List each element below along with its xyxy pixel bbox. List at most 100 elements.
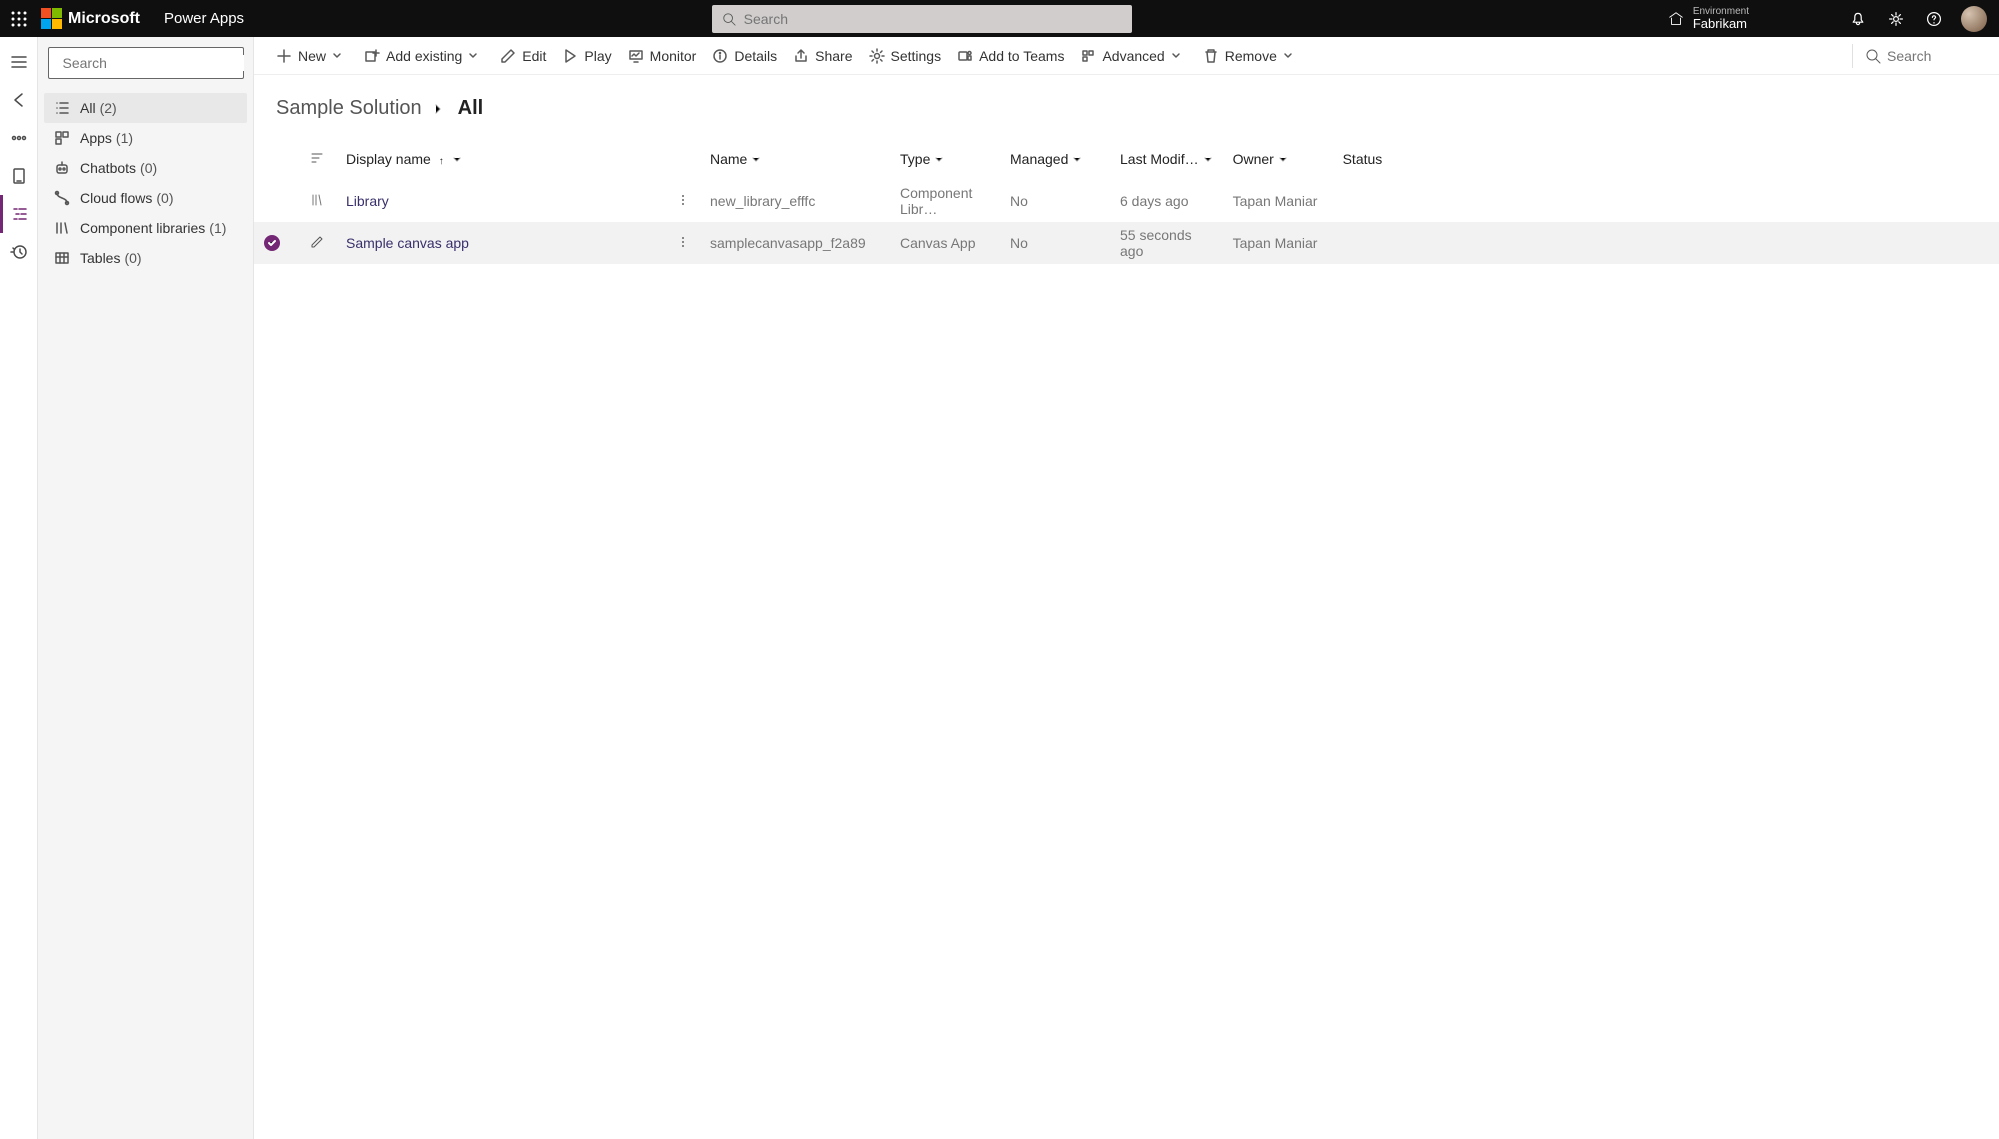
rail-back[interactable] [0, 81, 38, 119]
environment-icon [1667, 10, 1685, 28]
app-icon [54, 130, 70, 146]
list-search-input[interactable] [1887, 48, 1977, 64]
row-managed: No [1000, 180, 1110, 222]
sort-asc-icon: ↑ [439, 156, 444, 167]
row-display-name[interactable]: Sample canvas app [336, 222, 666, 264]
add-existing-label: Add existing [386, 48, 462, 64]
col-name[interactable]: Name [700, 138, 890, 180]
row-managed: No [1000, 222, 1110, 264]
table-icon [54, 250, 70, 266]
microsoft-logo-icon [41, 8, 62, 29]
main-panel: New Add existing Edit Play Monitor [254, 37, 1999, 1139]
bot-icon [54, 160, 70, 176]
sidebar-item-all[interactable]: All(2) [44, 93, 247, 123]
col-sort-indicator[interactable] [300, 138, 336, 180]
col-type[interactable]: Type [890, 138, 1000, 180]
add-existing-button[interactable]: Add existing [356, 37, 492, 74]
rail-history[interactable] [0, 233, 38, 271]
user-avatar[interactable] [1961, 6, 1987, 32]
app-name[interactable]: Power Apps [164, 10, 244, 27]
col-modified-label: Last Modif… [1120, 151, 1199, 167]
waffle-icon [11, 11, 27, 27]
row-type: Canvas App [890, 222, 1000, 264]
sidebar-item-label: All [80, 100, 96, 116]
rail-objects[interactable] [0, 195, 38, 233]
sidebar-item-count: (1) [116, 130, 133, 146]
new-button[interactable]: New [268, 37, 356, 74]
settings-label: Settings [891, 48, 942, 64]
row-type-icon-cell [300, 180, 336, 222]
col-managed-label: Managed [1010, 151, 1068, 167]
sidebar-item-component-libraries[interactable]: Component libraries(1) [44, 213, 247, 243]
table-header-row: Display name ↑ Name Type Managed Last Mo… [254, 138, 1999, 180]
left-rail [0, 37, 38, 1139]
sidebar-item-tables[interactable]: Tables(0) [44, 243, 247, 273]
row-modified: 55 seconds ago [1110, 222, 1223, 264]
remove-button[interactable]: Remove [1195, 37, 1307, 74]
sidebar-item-apps[interactable]: Apps(1) [44, 123, 247, 153]
play-button[interactable]: Play [554, 37, 619, 74]
environment-picker[interactable]: Environment Fabrikam [1667, 7, 1749, 30]
new-label: New [298, 48, 326, 64]
monitor-button[interactable]: Monitor [620, 37, 705, 74]
share-button[interactable]: Share [785, 37, 860, 74]
lib-icon [54, 220, 70, 236]
app-header: Microsoft Power Apps Environment Fabrika… [0, 0, 1999, 37]
global-search[interactable] [712, 5, 1132, 33]
row-more-button[interactable] [666, 222, 700, 264]
share-icon [793, 48, 809, 64]
tablet-icon [10, 167, 28, 185]
col-display-name-label: Display name [346, 151, 431, 167]
chevron-right-icon [432, 103, 444, 115]
sidebar-item-count: (1) [209, 220, 226, 236]
details-button[interactable]: Details [704, 37, 785, 74]
hamburger-icon [10, 53, 28, 71]
col-owner[interactable]: Owner [1223, 138, 1333, 180]
notifications-button[interactable] [1839, 0, 1877, 37]
sidebar-search[interactable] [48, 47, 244, 79]
sidebar-item-cloud-flows[interactable]: Cloud flows(0) [44, 183, 247, 213]
row-selected-indicator[interactable] [264, 235, 280, 251]
global-search-input[interactable] [744, 11, 1122, 27]
row-display-name[interactable]: Library [336, 180, 666, 222]
col-owner-label: Owner [1233, 151, 1274, 167]
advanced-label: Advanced [1102, 48, 1164, 64]
settings-button[interactable]: Settings [861, 37, 950, 74]
gear-icon [869, 48, 885, 64]
chevron-down-icon [1171, 51, 1181, 61]
plus-icon [276, 48, 292, 64]
rail-hamburger[interactable] [0, 43, 38, 81]
row-status [1333, 180, 1999, 222]
row-type: Component Libr… [890, 180, 1000, 222]
help-button[interactable] [1915, 0, 1953, 37]
sidebar-item-count: (0) [140, 160, 157, 176]
table-row[interactable]: Librarynew_library_efffcComponent Libr…N… [254, 180, 1999, 222]
sidebar-search-input[interactable] [63, 55, 244, 71]
add-existing-icon [364, 48, 380, 64]
col-managed[interactable]: Managed [1000, 138, 1110, 180]
flow-icon [54, 190, 70, 206]
rail-more[interactable] [0, 119, 38, 157]
advanced-button[interactable]: Advanced [1072, 37, 1194, 74]
edit-button[interactable]: Edit [492, 37, 554, 74]
table-row[interactable]: Sample canvas appsamplecanvasapp_f2a89Ca… [254, 222, 1999, 264]
rail-tablet[interactable] [0, 157, 38, 195]
settings-button[interactable] [1877, 0, 1915, 37]
sidebar-item-label: Chatbots [80, 160, 136, 176]
bell-icon [1850, 11, 1866, 27]
sidebar-item-chatbots[interactable]: Chatbots(0) [44, 153, 247, 183]
list-search[interactable] [1857, 48, 1985, 64]
sidebar: All(2)Apps(1)Chatbots(0)Cloud flows(0)Co… [38, 37, 254, 1139]
col-type-label: Type [900, 151, 930, 167]
col-display-name[interactable]: Display name ↑ [336, 138, 666, 180]
col-status[interactable]: Status [1333, 138, 1999, 180]
add-to-teams-button[interactable]: Add to Teams [949, 37, 1072, 74]
app-launcher-button[interactable] [0, 0, 37, 37]
row-owner: Tapan Maniar [1223, 180, 1333, 222]
sidebar-item-count: (2) [100, 100, 117, 116]
col-modified[interactable]: Last Modif… [1110, 138, 1223, 180]
more-vertical-icon [676, 193, 690, 207]
breadcrumb-root[interactable]: Sample Solution [276, 97, 422, 120]
items-table: Display name ↑ Name Type Managed Last Mo… [254, 138, 1999, 264]
row-more-button[interactable] [666, 180, 700, 222]
